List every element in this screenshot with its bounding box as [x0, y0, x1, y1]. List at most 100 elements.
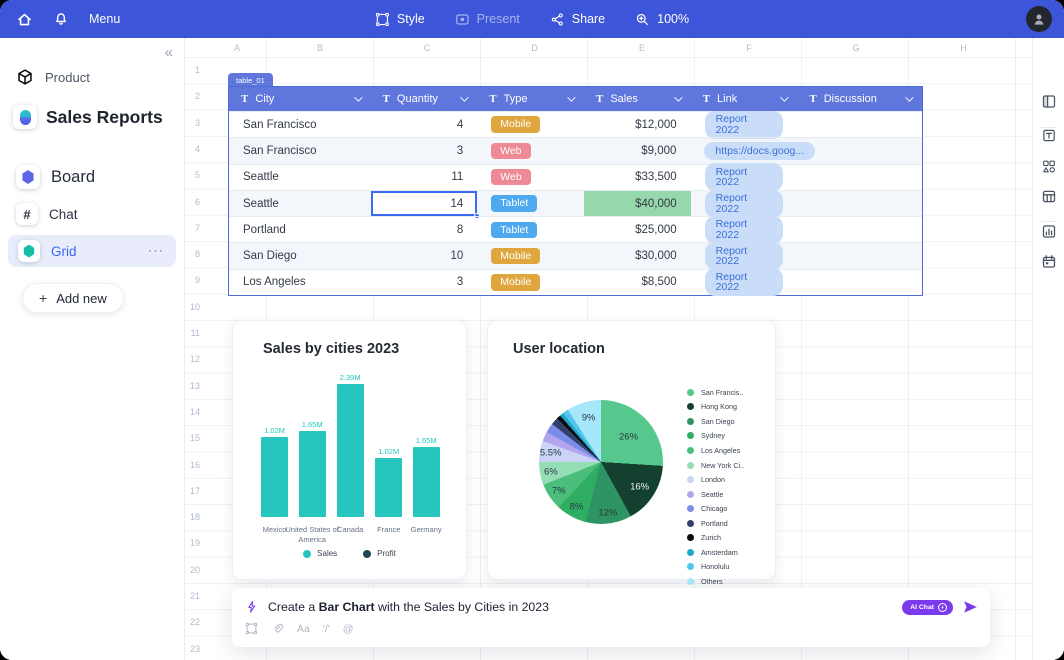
- row-number[interactable]: 22: [185, 617, 200, 627]
- row-number[interactable]: 12: [185, 354, 200, 364]
- legend-item[interactable]: New York Ci..: [687, 458, 744, 473]
- cell-discussion[interactable]: [797, 164, 922, 190]
- row-number[interactable]: 19: [185, 538, 200, 548]
- row-number[interactable]: 2: [185, 91, 200, 101]
- cell-link[interactable]: Report 2022: [691, 269, 798, 295]
- cell-type[interactable]: Tablet: [477, 216, 584, 242]
- cell-link[interactable]: Report 2022: [691, 111, 798, 137]
- legend-item[interactable]: Amsterdam: [687, 545, 744, 560]
- cell-discussion[interactable]: [797, 137, 922, 163]
- row-number[interactable]: 6: [185, 197, 200, 207]
- type-badge[interactable]: Mobile: [491, 116, 540, 133]
- row-number[interactable]: 5: [185, 170, 200, 180]
- column-letter[interactable]: E: [639, 43, 645, 53]
- type-badge[interactable]: Mobile: [491, 274, 540, 291]
- link-pill[interactable]: Report 2022: [705, 190, 784, 218]
- legend-item[interactable]: San Diego: [687, 414, 744, 429]
- legend-item[interactable]: Los Angeles: [687, 443, 744, 458]
- home-icon[interactable]: [16, 11, 33, 28]
- text-style-icon[interactable]: Aa: [297, 623, 310, 635]
- menu-button[interactable]: Menu: [89, 12, 120, 26]
- row-number[interactable]: 8: [185, 249, 200, 259]
- cell-quantity[interactable]: 3: [371, 269, 478, 295]
- column-letter[interactable]: C: [424, 43, 431, 53]
- row-number[interactable]: 17: [185, 486, 200, 496]
- slash-command-icon[interactable]: '/': [323, 623, 330, 635]
- cell-sales[interactable]: $12,000: [584, 111, 691, 137]
- cell-city[interactable]: Seattle: [229, 164, 371, 190]
- more-options-icon[interactable]: ···: [148, 242, 164, 257]
- cell-sales[interactable]: $25,000: [584, 216, 691, 242]
- cell-quantity[interactable]: 3: [370, 137, 477, 163]
- collapse-sidebar-icon[interactable]: «: [165, 44, 172, 61]
- workspace-title-row[interactable]: Sales Reports: [0, 105, 184, 129]
- cell-link[interactable]: https://docs.goog...: [690, 137, 797, 163]
- legend-item[interactable]: Portland: [687, 516, 744, 531]
- row-number[interactable]: 3: [185, 118, 200, 128]
- bar-germany[interactable]: [413, 447, 440, 517]
- legend-item[interactable]: Chicago: [687, 501, 744, 516]
- cell-sales[interactable]: $40,000: [584, 190, 691, 216]
- cell-sales[interactable]: $9,000: [584, 137, 691, 163]
- row-number[interactable]: 21: [185, 591, 200, 601]
- table-name-tab[interactable]: table_01: [228, 73, 273, 87]
- cell-city[interactable]: Seattle: [229, 190, 371, 216]
- row-number[interactable]: 18: [185, 512, 200, 522]
- row-number[interactable]: 4: [185, 144, 200, 154]
- cell-link[interactable]: Report 2022: [691, 190, 798, 216]
- type-badge[interactable]: Mobile: [491, 248, 540, 265]
- bar-chart-card[interactable]: Sales by cities 2023 1.02MMexico1.65MUni…: [232, 320, 467, 580]
- chevron-down-icon[interactable]: [674, 93, 682, 101]
- link-pill[interactable]: Report 2022: [705, 242, 784, 270]
- bar-canada[interactable]: [337, 384, 364, 517]
- link-pill[interactable]: Report 2022: [705, 268, 784, 296]
- ai-prompt-bar[interactable]: Create a Bar Chart with the Sales by Cit…: [232, 588, 990, 647]
- style-button[interactable]: Style: [375, 12, 425, 27]
- row-number[interactable]: 16: [185, 460, 200, 470]
- cell-link[interactable]: Report 2022: [691, 164, 798, 190]
- row-number[interactable]: 15: [185, 433, 200, 443]
- pie-chart[interactable]: [539, 400, 663, 524]
- column-header-link[interactable]: TLink: [691, 87, 798, 111]
- layout-panel-icon[interactable]: [1041, 94, 1057, 115]
- legend-item[interactable]: Seattle: [687, 487, 744, 502]
- cell-quantity[interactable]: 8: [371, 216, 478, 242]
- column-letter[interactable]: B: [317, 43, 323, 53]
- cell-city[interactable]: San Francisco: [229, 111, 371, 137]
- attachment-icon[interactable]: [271, 622, 284, 635]
- cell-sales[interactable]: $33,500: [584, 164, 691, 190]
- table-icon[interactable]: [1041, 189, 1057, 210]
- cell-discussion[interactable]: [797, 242, 922, 268]
- sidebar-item-chat[interactable]: # Chat: [0, 203, 184, 225]
- column-header-type[interactable]: TType: [477, 87, 584, 111]
- legend-item[interactable]: Hong Kong: [687, 400, 744, 415]
- cell-city[interactable]: Portland: [229, 216, 371, 242]
- legend-item[interactable]: Sales: [303, 549, 337, 558]
- cell-city[interactable]: San Diego: [229, 242, 371, 268]
- legend-item[interactable]: San Francis..: [687, 385, 744, 400]
- chevron-down-icon[interactable]: [460, 93, 468, 101]
- column-letter[interactable]: H: [960, 43, 967, 53]
- add-new-button[interactable]: + Add new: [22, 283, 124, 313]
- cell-type[interactable]: Mobile: [477, 111, 584, 137]
- cell-sales[interactable]: $8,500: [584, 269, 691, 295]
- calendar-icon[interactable]: [1041, 254, 1057, 275]
- cell-sales[interactable]: $30,000: [584, 242, 691, 268]
- row-number[interactable]: 14: [185, 407, 200, 417]
- row-number[interactable]: 23: [185, 644, 200, 654]
- sidebar-item-grid-active[interactable]: Grid ···: [8, 235, 176, 267]
- column-header-quantity[interactable]: TQuantity: [371, 87, 478, 111]
- link-pill[interactable]: Report 2022: [705, 111, 784, 139]
- frame-icon[interactable]: [245, 622, 258, 635]
- ai-prompt-text[interactable]: Create a Bar Chart with the Sales by Cit…: [268, 600, 893, 614]
- row-number[interactable]: 10: [185, 302, 200, 312]
- cell-type[interactable]: Mobile: [477, 242, 584, 268]
- share-button[interactable]: Share: [550, 12, 605, 27]
- chevron-down-icon[interactable]: [905, 93, 913, 101]
- legend-item[interactable]: Sydney: [687, 429, 744, 444]
- row-number[interactable]: 20: [185, 565, 200, 575]
- ai-chat-badge[interactable]: AI Chat: [902, 600, 953, 615]
- chart-icon[interactable]: [1041, 224, 1057, 245]
- bar-france[interactable]: [375, 458, 402, 517]
- type-badge[interactable]: Tablet: [491, 222, 537, 239]
